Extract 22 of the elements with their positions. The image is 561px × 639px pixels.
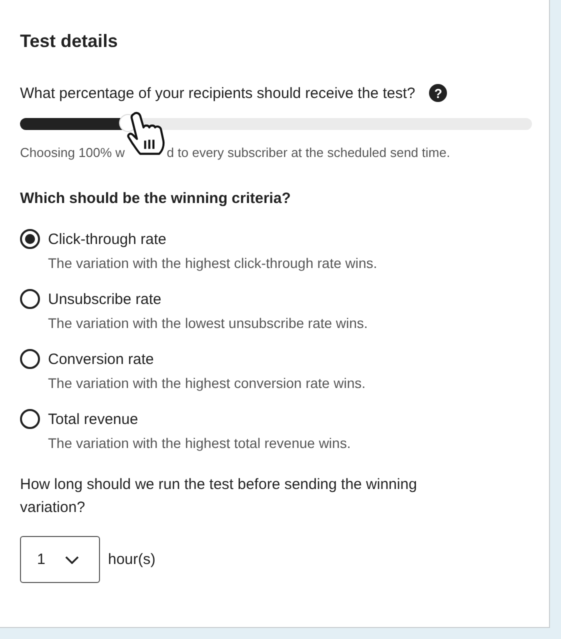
radio-icon[interactable]	[20, 229, 40, 249]
option-description: The variation with the highest total revenue wins.	[48, 435, 352, 451]
question-label: What percentage of your recipients should receive the test?	[20, 84, 416, 102]
radio-option[interactable]: Conversion rate	[20, 349, 529, 369]
option-description: The variation with the highest click-through rate wins.	[48, 255, 378, 271]
hours-select[interactable]: 1	[20, 536, 100, 583]
radio-icon[interactable]	[20, 409, 40, 429]
radio-option[interactable]: Total revenue	[20, 409, 529, 429]
option-description: The variation with the highest conversion rate wins.	[48, 375, 366, 391]
option-description: The variation with the lowest unsubscribe rate wins.	[48, 315, 369, 331]
radio-icon[interactable]	[20, 349, 40, 369]
unit-label: hour(s)	[108, 551, 156, 568]
duration-question: How long should we run the test before sending the winning variation?	[20, 475, 418, 518]
hint-text: Choosing 100% w	[20, 145, 125, 160]
chevron-down-icon	[65, 556, 79, 564]
section-title: Test details	[20, 31, 119, 52]
hint-text: d to every subscriber at the scheduled send time.	[166, 145, 450, 160]
radio-option[interactable]: Click-through rate	[20, 229, 529, 249]
help-icon[interactable]: ?	[429, 84, 448, 102]
radio-option[interactable]: Unsubscribe rate	[20, 289, 529, 309]
criteria-heading: Which should be the winning criteria?	[20, 190, 292, 207]
radio-icon[interactable]	[20, 289, 40, 309]
